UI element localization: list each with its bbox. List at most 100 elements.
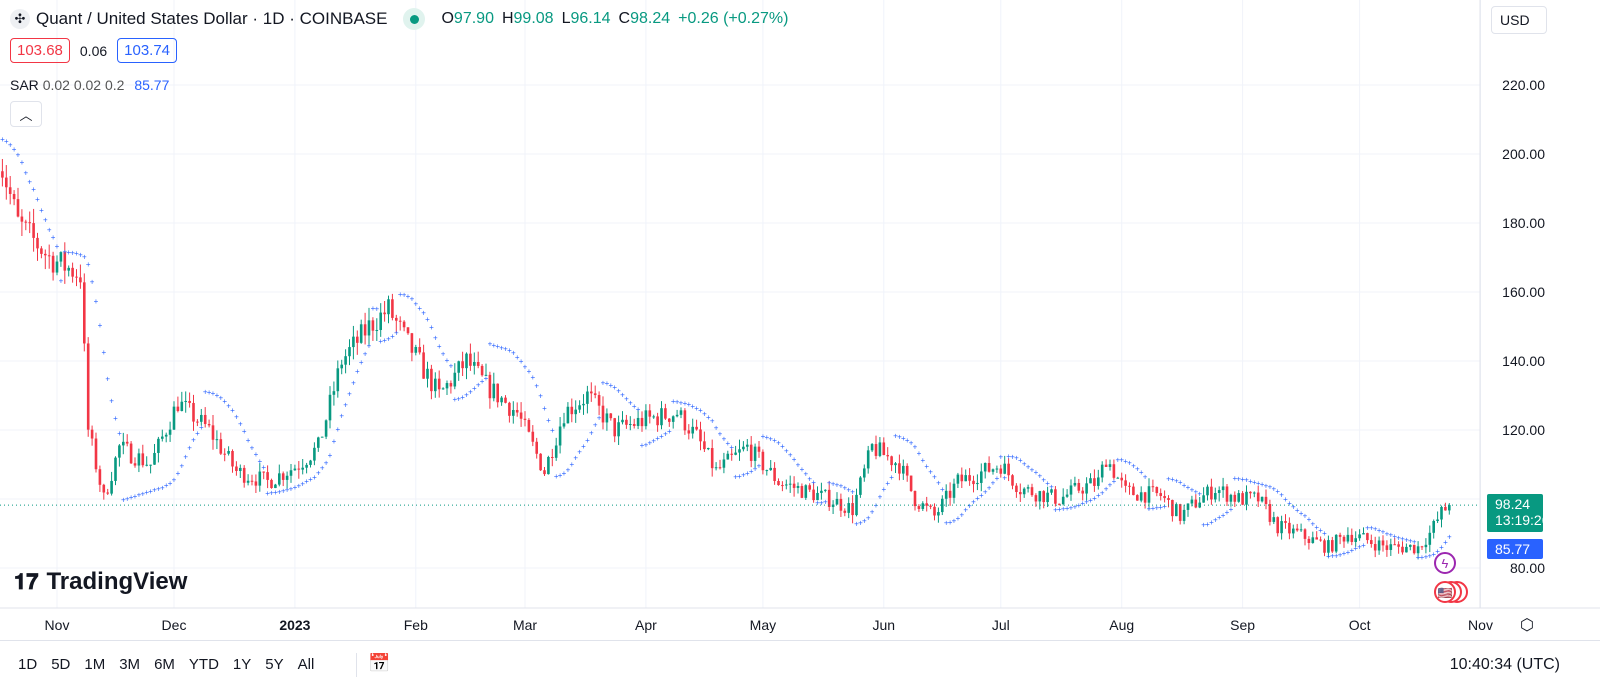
candle-body [921, 503, 925, 509]
candle-body [625, 419, 628, 425]
market-status-icon[interactable] [403, 8, 426, 30]
candle-body [703, 441, 706, 450]
range-5y[interactable]: 5Y [265, 656, 283, 673]
range-3m[interactable]: 3M [119, 656, 140, 673]
candle-body [258, 471, 262, 486]
candle-body [1358, 534, 1361, 539]
candle-body [1061, 496, 1065, 505]
range-1m[interactable]: 1M [84, 656, 105, 673]
candle-body [285, 475, 289, 480]
candle-body [1264, 496, 1268, 505]
collapse-legend-button[interactable]: ︿ [10, 101, 42, 127]
candle-body [613, 418, 616, 437]
range-6m[interactable]: 6M [154, 656, 175, 673]
candle-body [1260, 496, 1264, 502]
sar-dot: + [636, 405, 641, 414]
candle-body [71, 267, 74, 277]
candle-body [297, 468, 301, 470]
candle-body [1424, 544, 1428, 548]
candle-body [621, 419, 624, 423]
range-1y[interactable]: 1Y [233, 656, 251, 673]
candle-body [410, 333, 414, 353]
candle-body [207, 424, 211, 426]
candle-body [558, 426, 562, 446]
x-tick-label: Apr [635, 617, 657, 633]
candle-body [847, 503, 850, 513]
candle-body [122, 441, 125, 446]
candle-body [675, 414, 679, 417]
candle-body [164, 434, 168, 437]
candle-body [227, 451, 230, 454]
x-tick-label: Oct [1349, 617, 1371, 633]
currency-selector[interactable]: USD [1491, 6, 1547, 34]
sar-dot: + [51, 233, 56, 242]
candle-body [278, 473, 281, 485]
candle-body [874, 444, 878, 456]
candle-body [687, 430, 691, 434]
candle-body [317, 437, 320, 448]
range-ytd[interactable]: YTD [189, 656, 219, 673]
candle-body [1288, 522, 1291, 534]
candle-body [44, 253, 47, 256]
candle-body [1420, 546, 1424, 548]
candle-body [983, 462, 987, 472]
candle-body [445, 383, 449, 389]
tradingview-logo[interactable]: 𝟏𝟕 TradingView [14, 568, 187, 596]
candle-body [1182, 509, 1186, 521]
sar-indicator-legend[interactable]: SAR 0.02 0.02 0.2 85.77 [10, 77, 169, 93]
candle-body [1171, 499, 1174, 517]
go-to-date-icon[interactable]: 📅 [368, 653, 390, 674]
range-all[interactable]: All [298, 656, 315, 673]
candle-body [777, 480, 780, 486]
candle-body [835, 498, 839, 505]
candle-body [79, 277, 82, 283]
candle-body [1128, 485, 1131, 487]
divider [356, 653, 357, 677]
candle-body [570, 406, 574, 415]
sar-dot: + [995, 474, 1000, 483]
candle-body [933, 506, 936, 516]
candle-body [1342, 536, 1346, 542]
candle-body [1331, 540, 1334, 552]
range-selector: 1D 5D 1M 3M 6M YTD 1Y 5Y All [18, 656, 314, 673]
sell-button[interactable]: 103.68 [10, 38, 70, 63]
range-5d[interactable]: 5D [51, 656, 70, 673]
sar-dot: + [374, 304, 379, 313]
candle-body [1311, 537, 1315, 543]
buy-button[interactable]: 103.74 [117, 38, 178, 63]
candle-body [894, 463, 897, 466]
candle-body [313, 447, 316, 461]
candle-body [118, 445, 121, 458]
candle-body [270, 479, 273, 489]
candle-body [1073, 482, 1077, 486]
candle-body [1038, 491, 1042, 502]
sar-dot: + [1143, 472, 1148, 481]
candle-body [629, 424, 632, 426]
candle-body [469, 353, 472, 366]
candle-body [94, 438, 98, 470]
range-1d[interactable]: 1D [18, 656, 37, 673]
candle-body [792, 483, 796, 488]
candle-body [905, 465, 909, 476]
candle-body [215, 439, 219, 441]
sar-dot: + [850, 488, 855, 497]
candle-body [547, 456, 550, 475]
candle-body [1, 171, 4, 178]
candle-body [149, 464, 152, 466]
symbol-title[interactable]: Quant / United States Dollar · 1D · COIN… [36, 9, 387, 29]
y-tick-label: 200.00 [1502, 146, 1545, 162]
candle-body [250, 480, 254, 482]
clock[interactable]: 10:40:34 (UTC) [1450, 656, 1560, 674]
sar-dot: + [101, 348, 106, 357]
price-chart[interactable]: 80.00 120.00 140.00 160.00 180.00 200.00 220.0… [0, 0, 1600, 640]
sar-dot: + [546, 416, 551, 425]
candle-body [738, 449, 741, 453]
candle-body [1338, 534, 1342, 537]
candle-body [441, 388, 445, 390]
sar-dot: + [1361, 541, 1366, 550]
candle-body [5, 177, 8, 188]
candle-body [660, 408, 663, 426]
candle-body [695, 426, 698, 430]
sar-dot: + [1412, 538, 1417, 547]
candle-body [488, 374, 492, 399]
